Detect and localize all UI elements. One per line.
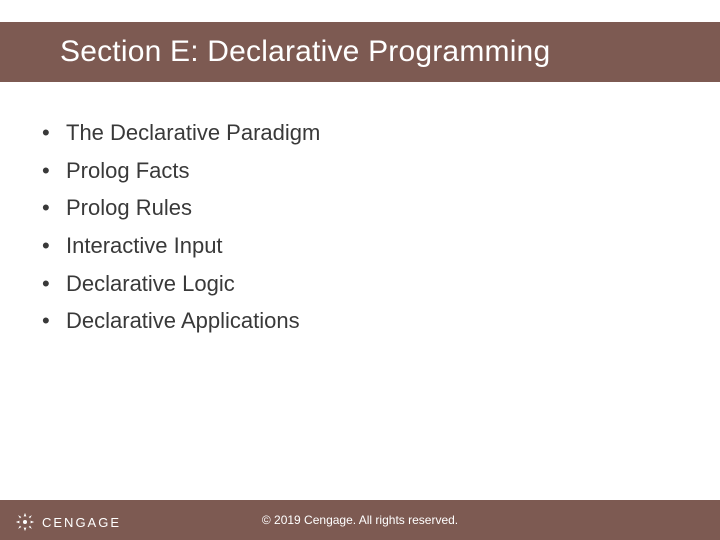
list-item: • Interactive Input xyxy=(42,231,662,261)
bullet-icon: • xyxy=(42,193,66,223)
brand-name: CENGAGE xyxy=(42,515,121,530)
body-content: • The Declarative Paradigm • Prolog Fact… xyxy=(42,118,662,344)
list-item: • Declarative Applications xyxy=(42,306,662,336)
list-item-label: The Declarative Paradigm xyxy=(66,118,320,148)
list-item: • Prolog Rules xyxy=(42,193,662,223)
bullet-icon: • xyxy=(42,231,66,261)
list-item: • The Declarative Paradigm xyxy=(42,118,662,148)
list-item-label: Declarative Logic xyxy=(66,269,235,299)
bullet-icon: • xyxy=(42,156,66,186)
list-item-label: Prolog Rules xyxy=(66,193,192,223)
list-item-label: Prolog Facts xyxy=(66,156,190,186)
bullet-icon: • xyxy=(42,118,66,148)
footer-band: CENGAGE © 2019 Cengage. All rights reser… xyxy=(0,500,720,540)
list-item: • Prolog Facts xyxy=(42,156,662,186)
slide: Section E: Declarative Programming • The… xyxy=(0,0,720,540)
bullet-icon: • xyxy=(42,269,66,299)
title-band: Section E: Declarative Programming xyxy=(0,22,720,82)
bullet-icon: • xyxy=(42,306,66,336)
brand-mark-icon xyxy=(14,511,36,533)
slide-title: Section E: Declarative Programming xyxy=(60,35,550,69)
list-item: • Declarative Logic xyxy=(42,269,662,299)
brand-logo: CENGAGE xyxy=(14,511,121,533)
list-item-label: Declarative Applications xyxy=(66,306,300,336)
copyright-text: © 2019 Cengage. All rights reserved. xyxy=(262,513,458,527)
list-item-label: Interactive Input xyxy=(66,231,223,261)
